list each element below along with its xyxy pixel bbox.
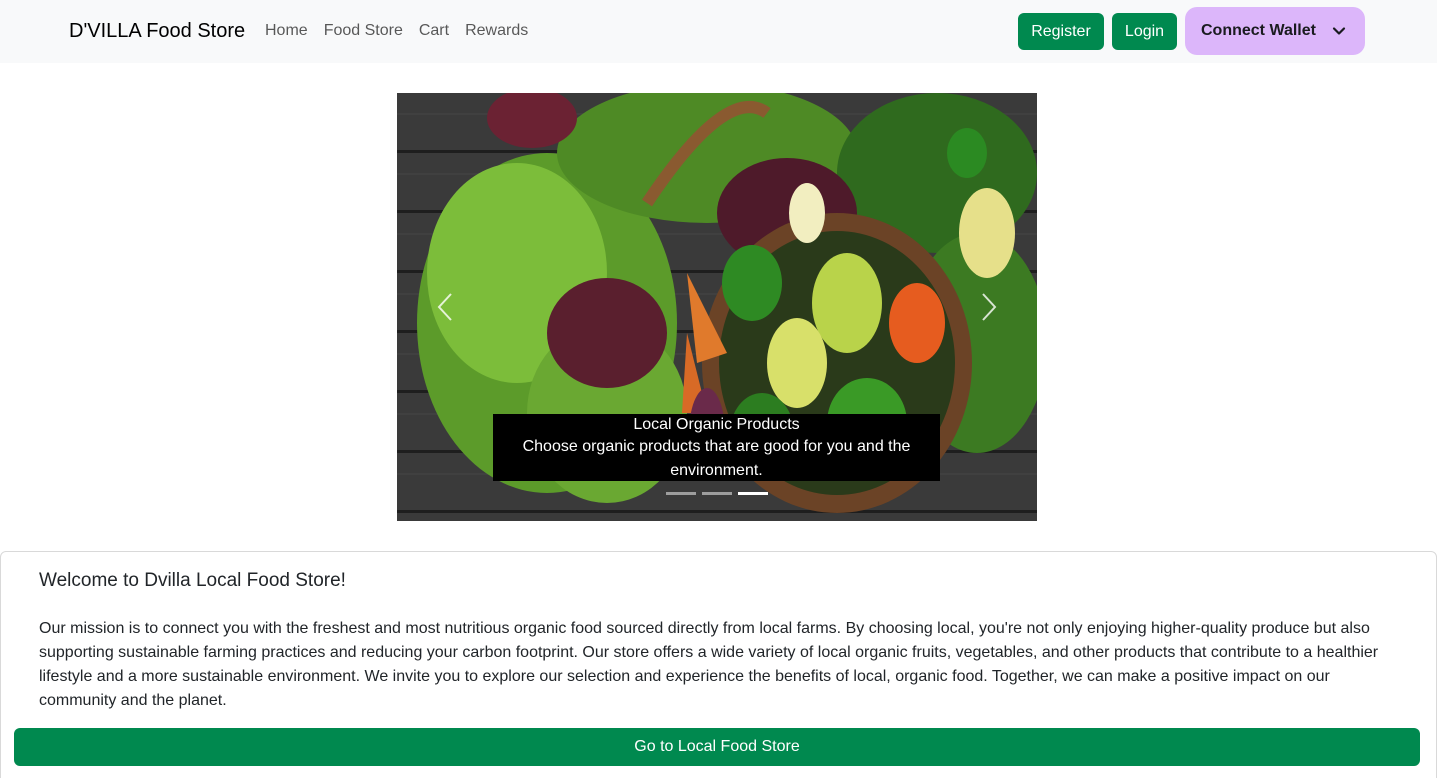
register-button[interactable]: Register (1018, 13, 1104, 50)
carousel-indicator-3[interactable] (738, 492, 768, 495)
connect-wallet-button[interactable]: Connect Wallet (1185, 7, 1365, 55)
chevron-down-icon (1332, 27, 1346, 35)
caption-text: Choose organic products that are good fo… (522, 438, 911, 479)
navbar: D'VILLA Food Store Home Food Store Cart … (0, 0, 1437, 63)
nav-link-home[interactable]: Home (257, 20, 316, 42)
carousel-caption: Local Organic Products Choose organic pr… (493, 414, 940, 481)
chevron-left-icon (437, 293, 452, 321)
caption-title: Local Organic Products (633, 416, 800, 433)
nav-link-food-store[interactable]: Food Store (316, 20, 411, 42)
nav-link-cart[interactable]: Cart (411, 20, 457, 42)
carousel-indicators (666, 492, 768, 495)
card-text: Our mission is to connect you with the f… (39, 620, 1379, 709)
carousel-next-button[interactable] (941, 93, 1037, 521)
nav-link-rewards[interactable]: Rewards (457, 20, 536, 42)
login-button[interactable]: Login (1112, 13, 1177, 50)
connect-wallet-label: Connect Wallet (1201, 22, 1316, 39)
card-title: Welcome to Dvilla Local Food Store! (39, 570, 346, 591)
carousel-indicator-1[interactable] (666, 492, 696, 495)
hero-carousel: Local Organic Products Choose organic pr… (397, 93, 1037, 521)
carousel-prev-button[interactable] (397, 93, 493, 521)
nav-links: Home Food Store Cart Rewards (257, 20, 536, 42)
go-to-store-button[interactable]: Go to Local Food Store (14, 728, 1420, 766)
brand-link[interactable]: D'VILLA Food Store (69, 18, 245, 44)
chevron-right-icon (982, 293, 997, 321)
carousel-indicator-2[interactable] (702, 492, 732, 495)
